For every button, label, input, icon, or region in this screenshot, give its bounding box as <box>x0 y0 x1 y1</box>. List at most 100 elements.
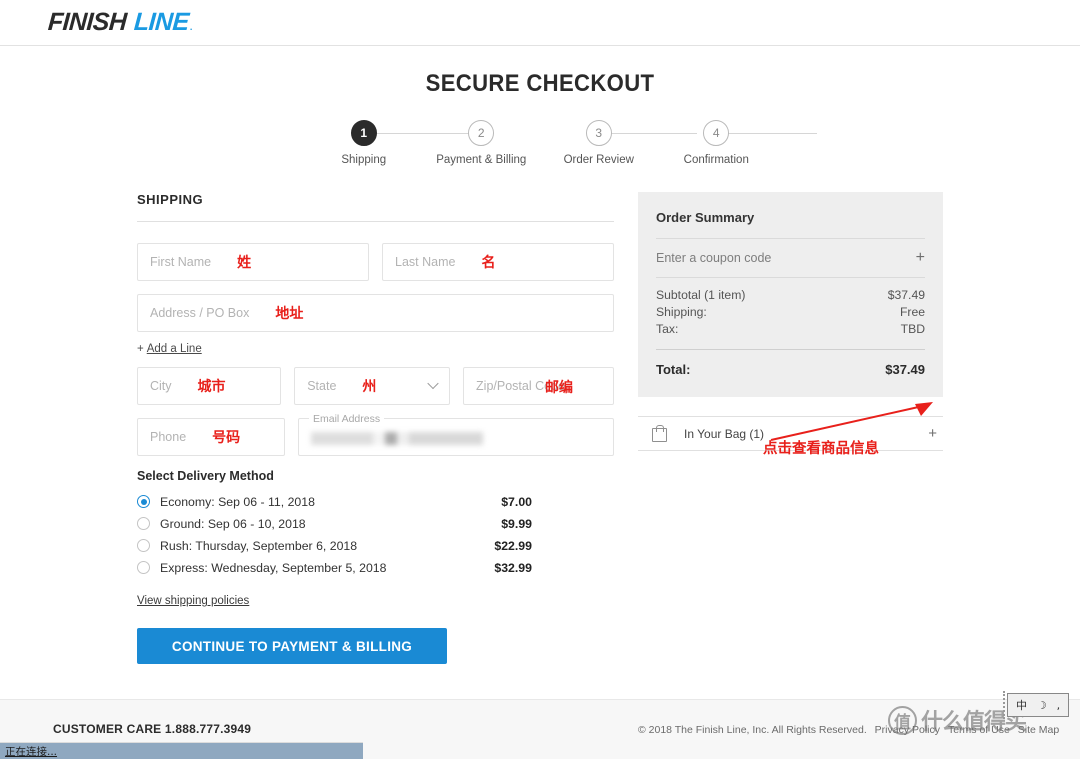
ime-punctuation-toggle-icon[interactable]: , <box>1057 699 1061 712</box>
view-shipping-policies-link[interactable]: View shipping policies <box>137 595 249 607</box>
state-placeholder: State <box>307 379 337 393</box>
total-line-value: Free <box>899 305 925 319</box>
customer-care-text: CUSTOMER CARE 1.888.777.3949 <box>53 722 252 736</box>
total-line-value: TBD <box>900 322 925 336</box>
step-number: 4 <box>703 120 730 146</box>
total-line-subtotal: Subtotal (1 item) $37.49 <box>656 287 925 304</box>
step-number: 3 <box>585 120 612 146</box>
step-label: Order Review <box>563 154 634 166</box>
delivery-option-rush[interactable]: Rush: Thursday, September 6, 2018 $22.99 <box>137 535 614 556</box>
plus-icon: + <box>137 343 144 355</box>
zip-annotation: 邮编 <box>545 380 574 396</box>
chevron-down-icon <box>429 382 438 391</box>
delivery-option-express[interactable]: Express: Wednesday, September 5, 2018 $3… <box>137 557 614 578</box>
delivery-option-economy[interactable]: Economy: Sep 06 - 11, 2018 $7.00 <box>137 491 614 512</box>
shipping-form: First Name 姓 Last Name 名 Address / PO Bo… <box>137 243 615 456</box>
finish-line-logo[interactable]: FINISH LINE . <box>47 8 193 37</box>
name-row: First Name 姓 Last Name 名 <box>137 243 614 281</box>
logo-text-line: LINE <box>133 8 190 36</box>
step-order-review[interactable]: 3 Order Review <box>540 120 658 166</box>
shipping-section-title: SHIPPING <box>137 192 614 222</box>
address-input[interactable]: Address / PO Box 地址 <box>137 294 614 332</box>
ime-shape-toggle-icon[interactable]: ☽ <box>1037 699 1047 712</box>
coupon-placeholder: Enter a coupon code <box>656 251 772 265</box>
delivery-option-label: Express: Wednesday, September 5, 2018 <box>160 560 387 575</box>
status-bar-text: 正在连接... <box>5 745 58 758</box>
total-line-value: $37.49 <box>887 288 925 302</box>
state-annotation: 州 <box>362 379 377 395</box>
city-annotation: 城市 <box>197 379 226 395</box>
address-row: Address / PO Box 地址 <box>137 294 614 332</box>
last-name-input[interactable]: Last Name 名 <box>382 243 614 281</box>
phone-annotation: 号码 <box>212 430 241 446</box>
first-name-input[interactable]: First Name 姓 <box>137 243 369 281</box>
address-annotation: 地址 <box>275 306 304 322</box>
coupon-code-input[interactable]: Enter a coupon code + <box>656 239 925 278</box>
page-title: SECURE CHECKOUT <box>425 70 655 97</box>
shipping-column: SHIPPING First Name 姓 Last Name 名 Addres… <box>137 192 615 664</box>
step-label: Shipping <box>341 154 387 166</box>
grand-total-row: Total: $37.49 <box>656 350 925 377</box>
ime-toolbar[interactable]: 中 ☽ , <box>1007 693 1069 717</box>
radio-icon[interactable] <box>137 495 150 508</box>
total-line-label: Subtotal (1 item) <box>656 288 746 302</box>
delivery-option-label: Ground: Sep 06 - 10, 2018 <box>160 516 306 531</box>
zip-input[interactable]: Zip/Postal Code 邮编 <box>463 367 615 405</box>
delivery-option-label: Economy: Sep 06 - 11, 2018 <box>160 494 315 509</box>
checkout-page: FINISH LINE . SECURE CHECKOUT 1 Shipping… <box>0 0 1080 759</box>
last-name-annotation: 名 <box>481 255 496 271</box>
last-name-placeholder: Last Name <box>395 255 456 269</box>
first-name-placeholder: First Name <box>150 255 212 269</box>
city-state-zip-row: City 城市 State 州 Zip/Postal Code 邮编 <box>137 367 615 405</box>
plus-icon: + <box>915 249 925 266</box>
phone-input[interactable]: Phone 号码 <box>137 418 285 456</box>
step-confirmation[interactable]: 4 Confirmation <box>658 120 776 166</box>
city-input[interactable]: City 城市 <box>137 367 282 405</box>
grand-total-label: Total: <box>656 362 691 377</box>
site-map-link[interactable]: Site Map <box>1018 724 1059 736</box>
step-label: Confirmation <box>683 154 749 166</box>
order-summary-title: Order Summary <box>656 210 925 239</box>
bag-annotation-text: 点击查看商品信息 <box>763 441 879 457</box>
city-placeholder: City <box>150 379 172 393</box>
total-line-shipping: Shipping: Free <box>656 304 925 321</box>
delivery-option-price: $32.99 <box>494 560 532 575</box>
radio-icon[interactable] <box>137 539 150 552</box>
privacy-policy-link[interactable]: Privacy Policy <box>875 724 940 736</box>
delivery-option-ground[interactable]: Ground: Sep 06 - 10, 2018 $9.99 <box>137 513 614 534</box>
delivery-option-label: Rush: Thursday, September 6, 2018 <box>160 538 358 553</box>
address-placeholder: Address / PO Box <box>150 306 250 320</box>
step-payment-billing[interactable]: 2 Payment & Billing <box>423 120 541 166</box>
total-line-label: Shipping: <box>656 305 707 319</box>
email-input[interactable]: Email Address <box>298 413 614 456</box>
phone-placeholder: Phone <box>150 430 187 444</box>
checkout-stepper: 1 Shipping 2 Payment & Billing 3 Order R… <box>305 120 817 166</box>
logo-trademark-icon: . <box>189 22 193 32</box>
shopping-bag-icon <box>652 425 667 442</box>
delivery-option-price: $22.99 <box>494 538 532 553</box>
delivery-method-title: Select Delivery Method <box>137 469 274 483</box>
in-your-bag-label: In Your Bag (1) <box>684 426 765 441</box>
step-label: Payment & Billing <box>436 154 527 166</box>
copyright-text: © 2018 The Finish Line, Inc. All Rights … <box>638 724 867 736</box>
radio-icon[interactable] <box>137 517 150 530</box>
order-totals: Subtotal (1 item) $37.49 Shipping: Free … <box>656 278 925 350</box>
delivery-option-price: $9.99 <box>501 516 532 531</box>
order-summary-panel: Order Summary Enter a coupon code + Subt… <box>638 192 943 397</box>
radio-icon[interactable] <box>137 561 150 574</box>
terms-of-use-link[interactable]: Terms of Use <box>948 724 1010 736</box>
ime-language-mode-icon[interactable]: 中 <box>1016 697 1027 713</box>
state-select[interactable]: State 州 <box>294 367 451 405</box>
step-number: 1 <box>350 120 377 146</box>
add-a-line-label: Add a Line <box>146 343 202 355</box>
step-number: 2 <box>468 120 495 146</box>
email-redacted-value <box>311 431 483 445</box>
delivery-option-price: $7.00 <box>501 494 532 509</box>
grand-total-value: $37.49 <box>885 362 925 377</box>
add-a-line-link[interactable]: + Add a Line <box>137 343 614 355</box>
total-line-label: Tax: <box>656 322 679 336</box>
step-shipping[interactable]: 1 Shipping <box>305 120 423 166</box>
continue-to-payment-button[interactable]: CONTINUE TO PAYMENT & BILLING <box>137 628 447 664</box>
total-line-tax: Tax: TBD <box>656 321 925 338</box>
site-header: FINISH LINE . <box>0 0 1080 46</box>
